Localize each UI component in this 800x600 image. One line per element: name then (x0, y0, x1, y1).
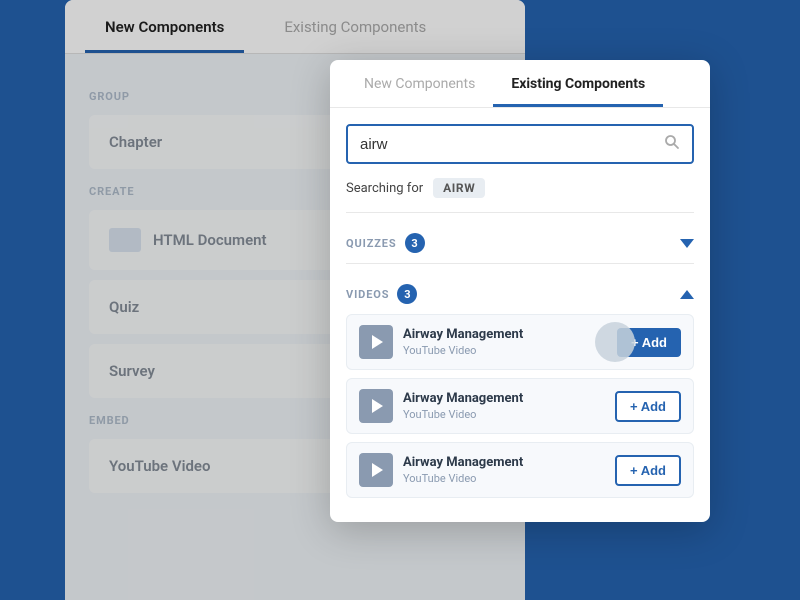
videos-chevron-up-icon (680, 290, 694, 299)
video-title-3: Airway Management (403, 455, 605, 470)
video-info-2: Airway Management YouTube Video (403, 391, 605, 421)
video-title-1: Airway Management (403, 327, 607, 342)
video-item-3: Airway Management YouTube Video + Add (346, 442, 694, 498)
modal-body: Searching for AIRW QUIZZES 3 VIDEOS 3 (330, 108, 710, 522)
videos-badge: 3 (397, 284, 417, 304)
quizzes-chevron-down-icon (680, 239, 694, 248)
modal: New Components Existing Components Searc… (330, 60, 710, 522)
spinner-overlay (595, 322, 635, 362)
search-icon (664, 134, 680, 154)
searching-for-row: Searching for AIRW (346, 178, 694, 198)
video-info-1: Airway Management YouTube Video (403, 327, 607, 357)
video-item-1: Airway Management YouTube Video + Add (346, 314, 694, 370)
divider-2 (346, 263, 694, 264)
search-box[interactable] (346, 124, 694, 164)
search-tag: AIRW (433, 178, 485, 198)
add-button-3[interactable]: + Add (615, 455, 681, 486)
modal-tabs: New Components Existing Components (330, 60, 710, 108)
searching-for-label: Searching for (346, 181, 423, 196)
play-icon-3 (372, 463, 383, 477)
video-item-2: Airway Management YouTube Video + Add (346, 378, 694, 434)
video-subtitle-1: YouTube Video (403, 344, 607, 357)
video-subtitle-2: YouTube Video (403, 408, 605, 421)
videos-header-left: VIDEOS 3 (346, 284, 417, 304)
modal-tab-existing[interactable]: Existing Components (493, 60, 663, 107)
play-icon-1 (372, 335, 383, 349)
videos-section-header[interactable]: VIDEOS 3 (346, 274, 694, 314)
play-icon-2 (372, 399, 383, 413)
videos-label: VIDEOS (346, 288, 389, 301)
video-thumb-3 (359, 453, 393, 487)
quizzes-section-header[interactable]: QUIZZES 3 (346, 223, 694, 263)
video-info-3: Airway Management YouTube Video (403, 455, 605, 485)
video-thumb-1 (359, 325, 393, 359)
video-thumb-2 (359, 389, 393, 423)
quizzes-label: QUIZZES (346, 237, 397, 250)
modal-tab-new[interactable]: New Components (346, 60, 493, 107)
add-button-2[interactable]: + Add (615, 391, 681, 422)
quizzes-header-left: QUIZZES 3 (346, 233, 425, 253)
quizzes-badge: 3 (405, 233, 425, 253)
video-subtitle-3: YouTube Video (403, 472, 605, 485)
video-title-2: Airway Management (403, 391, 605, 406)
search-input[interactable] (360, 136, 664, 153)
divider-1 (346, 212, 694, 213)
